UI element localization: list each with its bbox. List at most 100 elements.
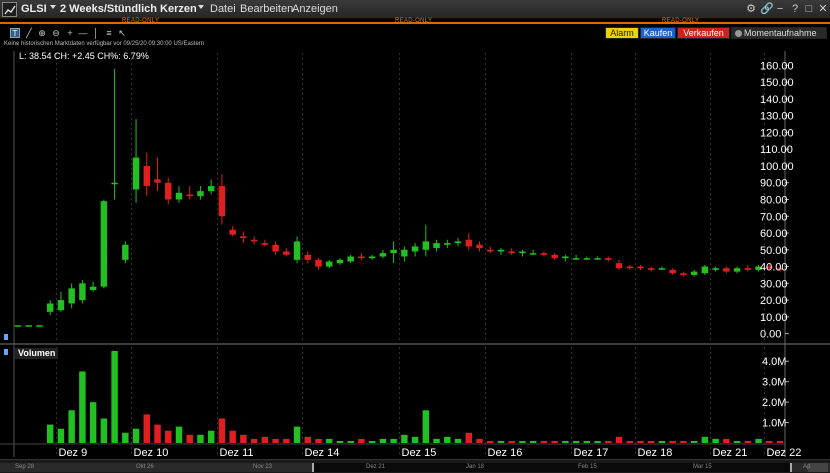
volume-bar [755, 438, 762, 443]
volume-bar [626, 440, 633, 443]
time-tick-label: Dez 16 [488, 447, 523, 459]
candle-body [326, 261, 333, 267]
volume-bar [240, 434, 247, 443]
candle-body [680, 273, 687, 275]
volume-bar [326, 438, 333, 443]
candle-body [165, 182, 172, 200]
volume-bar [723, 438, 730, 443]
candle-body [14, 325, 22, 327]
volume-bar [293, 426, 301, 443]
candle-body [100, 201, 108, 287]
time-tick-label: Dez 17 [574, 447, 609, 459]
price-tick-label: 0.00 [760, 329, 781, 341]
volume-bar [605, 440, 612, 443]
volume-bar [433, 438, 440, 443]
candle-body [433, 243, 440, 249]
volume-bar [744, 440, 752, 443]
candle-body [111, 182, 118, 185]
candle-body [647, 268, 655, 270]
time-tick-label: Dez 18 [638, 447, 673, 459]
volume-bar [143, 414, 151, 443]
time-tick-label: Dez 21 [713, 447, 748, 459]
volume-bar [465, 432, 472, 443]
navigator-date: Dez 21 [366, 464, 386, 470]
price-tick-label: 30.00 [760, 278, 788, 290]
candle-body [712, 268, 719, 270]
volume-bar [336, 440, 344, 443]
candle-body [175, 192, 183, 200]
candle-body [411, 246, 419, 252]
navigator-date: Ap [803, 464, 811, 470]
candle-body [336, 259, 344, 264]
navigator-date: Mar 15 [693, 464, 712, 470]
volume-bar [444, 436, 451, 443]
price-tick-label: 90.00 [760, 178, 788, 190]
candle-body [594, 258, 601, 260]
volume-bar [79, 371, 86, 443]
volume-bar [57, 428, 65, 443]
price-tick-label: 40.00 [760, 262, 788, 274]
volume-bar [680, 440, 687, 443]
navigator-date: Feb 15 [578, 464, 597, 470]
candle-body [46, 303, 54, 312]
navigator-bar: Sep 28 Okt 26 Nov 23 Dez 21 Jan 18 Feb 1… [0, 459, 830, 473]
volume-bar [519, 440, 526, 443]
price-chart[interactable]: 0.00 10.00 20.00 30.00 40.00 50.00 60.00 70.00 8… [0, 0, 830, 473]
candle-body [422, 241, 430, 250]
volume-bar [283, 438, 290, 443]
candle-body [562, 256, 569, 259]
candle-body [583, 258, 591, 260]
navigator-date: Okt 26 [136, 464, 154, 470]
candle-body [218, 186, 226, 217]
candle-body [207, 186, 215, 192]
volume-bar [766, 440, 773, 443]
candle-body [476, 244, 483, 249]
volume-bar [390, 438, 397, 443]
candle-body [304, 254, 311, 260]
candle-body [79, 283, 86, 301]
time-tick-label: Dez 11 [220, 447, 254, 459]
candle-body [658, 268, 666, 270]
volume-bar [347, 440, 354, 443]
volume-bar [46, 424, 54, 443]
volume-bar [68, 410, 75, 443]
volume-bar [186, 434, 193, 443]
volume-bar [658, 440, 666, 443]
candle-body [250, 239, 258, 242]
volume-bar [261, 436, 269, 443]
scroll-right-icon[interactable] [808, 463, 828, 472]
candle-body [669, 269, 676, 274]
volume-marker-icon [4, 349, 8, 355]
price-tick-label: 80.00 [760, 195, 788, 207]
candle-body [487, 249, 494, 252]
time-tick-label: Dez 15 [402, 447, 437, 459]
candle-body [690, 271, 698, 275]
volume-bar [368, 440, 376, 443]
volume-bar [315, 438, 322, 443]
candle-body [57, 300, 65, 311]
volume-bar [111, 351, 118, 443]
price-tick-label: 60.00 [760, 228, 788, 240]
volume-bar [529, 440, 537, 443]
candle-body [519, 251, 526, 254]
candle-body [508, 251, 515, 254]
volume-tick-label: 1.0M [762, 418, 786, 430]
volume-bar [508, 440, 515, 443]
price-tick-label: 50.00 [760, 245, 788, 257]
volume-panel-label: Volumen [15, 348, 59, 359]
candle-body [454, 241, 462, 244]
candle-body [68, 288, 75, 304]
volume-bar [401, 434, 408, 443]
candle-body [154, 179, 161, 183]
candle-body [25, 325, 32, 327]
volume-bar [411, 436, 419, 443]
candle-body [261, 243, 269, 245]
candle-body [390, 249, 397, 254]
volume-bar [207, 430, 215, 443]
candle-body [315, 259, 322, 267]
volume-bar [197, 434, 204, 443]
price-tick-label: 160.00 [760, 60, 794, 72]
volume-bar [669, 440, 676, 443]
price-axis: 0.00 10.00 20.00 30.00 40.00 50.00 60.00 70.00 8… [760, 60, 794, 340]
candle-body [368, 256, 376, 259]
